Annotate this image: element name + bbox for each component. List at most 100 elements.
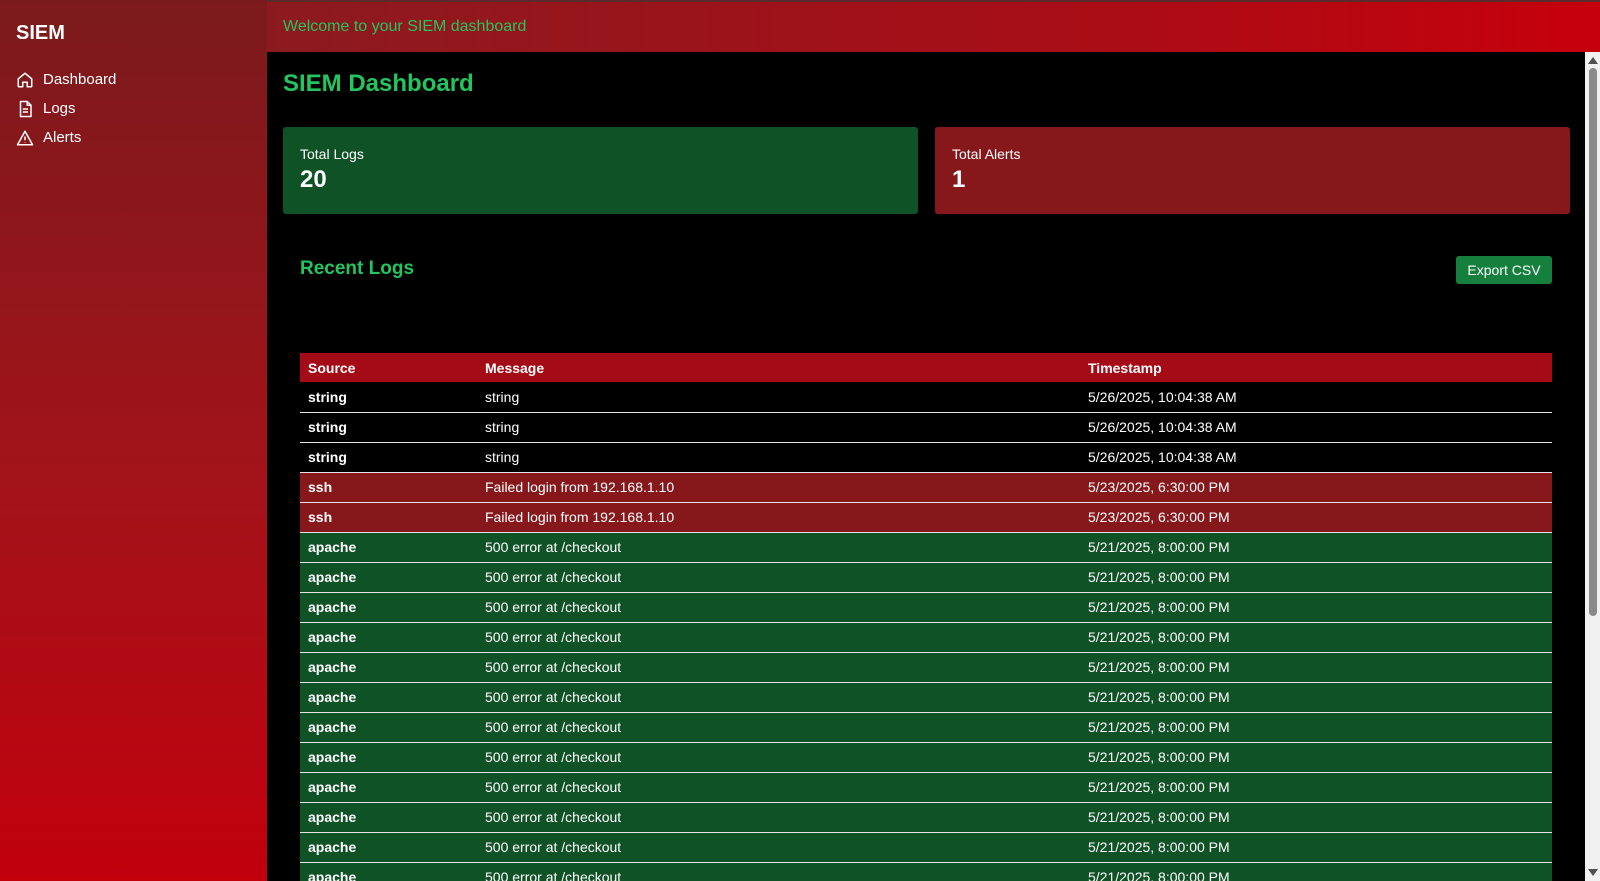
card-value: 1: [952, 166, 966, 193]
vertical-scrollbar[interactable]: [1585, 52, 1600, 881]
log-source-cell: string: [300, 442, 477, 473]
log-timestamp-cell: 5/21/2025, 8:00:00 PM: [1080, 562, 1552, 593]
log-timestamp-cell: 5/21/2025, 8:00:00 PM: [1080, 742, 1552, 773]
log-source-cell: apache: [300, 772, 477, 803]
table-row[interactable]: string string 5/26/2025, 10:04:38 AM: [300, 442, 1552, 473]
log-timestamp-cell: 5/26/2025, 10:04:38 AM: [1080, 442, 1552, 473]
log-source-cell: apache: [300, 652, 477, 683]
log-message-cell: 500 error at /checkout: [477, 862, 1080, 881]
table-row[interactable]: apache 500 error at /checkout 5/21/2025, 8…: [300, 712, 1552, 743]
log-source-cell: apache: [300, 802, 477, 833]
log-message-cell: 500 error at /checkout: [477, 802, 1080, 833]
log-timestamp-cell: 5/26/2025, 10:04:38 AM: [1080, 382, 1552, 413]
scroll-down-arrow-icon[interactable]: [1588, 869, 1598, 876]
table-row[interactable]: apache 500 error at /checkout 5/21/2025, 8…: [300, 652, 1552, 683]
warning-icon: [16, 130, 34, 145]
log-message-cell: 500 error at /checkout: [477, 832, 1080, 863]
log-source-cell: apache: [300, 832, 477, 863]
scroll-up-arrow-icon[interactable]: [1588, 57, 1598, 64]
log-timestamp-cell: 5/21/2025, 8:00:00 PM: [1080, 862, 1552, 881]
log-message-cell: 500 error at /checkout: [477, 652, 1080, 683]
table-row[interactable]: ssh Failed login from 192.168.1.10 5/23/20…: [300, 472, 1552, 503]
log-message-cell: 500 error at /checkout: [477, 532, 1080, 563]
log-timestamp-cell: 5/26/2025, 10:04:38 AM: [1080, 412, 1552, 443]
log-timestamp-cell: 5/21/2025, 8:00:00 PM: [1080, 592, 1552, 623]
table-row[interactable]: ssh Failed login from 192.168.1.10 5/23/20…: [300, 502, 1552, 533]
sidebar-item-label: Logs: [43, 100, 76, 117]
log-message-cell: string: [477, 382, 1080, 413]
table-row[interactable]: apache 500 error at /checkout 5/21/2025, 8…: [300, 532, 1552, 563]
log-source-cell: apache: [300, 562, 477, 593]
column-header-source[interactable]: Source: [300, 353, 477, 382]
recent-logs-title: Recent Logs: [300, 258, 415, 279]
log-source-cell: apache: [300, 532, 477, 563]
table-row[interactable]: apache 500 error at /checkout 5/21/2025, 8…: [300, 622, 1552, 653]
card-label: Total Alerts: [952, 146, 1021, 162]
brand-logo[interactable]: SIEM: [16, 22, 251, 45]
log-source-cell: apache: [300, 712, 477, 743]
log-source-cell: apache: [300, 622, 477, 653]
main-content: SIEM Dashboard Total Logs 20 Total Alert…: [267, 52, 1585, 881]
table-row[interactable]: apache 500 error at /checkout 5/21/2025, 8…: [300, 682, 1552, 713]
log-message-cell: Failed login from 192.168.1.10: [477, 502, 1080, 533]
welcome-message: Welcome to your SIEM dashboard: [283, 18, 527, 35]
log-timestamp-cell: 5/21/2025, 8:00:00 PM: [1080, 622, 1552, 653]
sidebar-item-dashboard[interactable]: Dashboard: [16, 65, 251, 94]
table-row[interactable]: apache 500 error at /checkout 5/21/2025, 8…: [300, 742, 1552, 773]
sidebar-item-logs[interactable]: Logs: [16, 94, 251, 123]
log-message-cell: Failed login from 192.168.1.10: [477, 472, 1080, 503]
table-row[interactable]: apache 500 error at /checkout 5/21/2025, 8…: [300, 862, 1552, 881]
sidebar-item-label: Dashboard: [43, 71, 117, 88]
scroll-thumb[interactable]: [1589, 68, 1597, 616]
sidebar-item-label: Alerts: [43, 129, 82, 146]
column-header-message[interactable]: Message: [477, 353, 1080, 382]
top-header: Welcome to your SIEM dashboard: [267, 0, 1600, 52]
home-icon: [17, 72, 33, 87]
export-csv-button[interactable]: Export CSV: [1456, 256, 1552, 284]
table-row[interactable]: apache 500 error at /checkout 5/21/2025, 8…: [300, 802, 1552, 833]
table-row[interactable]: apache 500 error at /checkout 5/21/2025, 8…: [300, 772, 1552, 803]
log-timestamp-cell: 5/23/2025, 6:30:00 PM: [1080, 502, 1552, 533]
log-source-cell: apache: [300, 742, 477, 773]
log-message-cell: 500 error at /checkout: [477, 682, 1080, 713]
table-row[interactable]: apache 500 error at /checkout 5/21/2025, 8…: [300, 562, 1552, 593]
log-timestamp-cell: 5/21/2025, 8:00:00 PM: [1080, 832, 1552, 863]
log-message-cell: 500 error at /checkout: [477, 562, 1080, 593]
log-source-cell: ssh: [300, 502, 477, 533]
table-row[interactable]: apache 500 error at /checkout 5/21/2025, 8…: [300, 832, 1552, 863]
total-logs-card: Total Logs 20: [283, 127, 918, 214]
log-source-cell: apache: [300, 862, 477, 881]
log-message-cell: string: [477, 412, 1080, 443]
log-timestamp-cell: 5/21/2025, 8:00:00 PM: [1080, 712, 1552, 743]
logs-table: Source Message Timestamp string string 5/2…: [300, 353, 1552, 881]
log-message-cell: string: [477, 442, 1080, 473]
table-row[interactable]: string string 5/26/2025, 10:04:38 AM: [300, 412, 1552, 443]
log-message-cell: 500 error at /checkout: [477, 622, 1080, 653]
log-source-cell: string: [300, 412, 477, 443]
log-message-cell: 500 error at /checkout: [477, 712, 1080, 743]
log-message-cell: 500 error at /checkout: [477, 742, 1080, 773]
card-label: Total Logs: [300, 146, 364, 162]
log-message-cell: 500 error at /checkout: [477, 772, 1080, 803]
table-row[interactable]: apache 500 error at /checkout 5/21/2025, 8…: [300, 592, 1552, 623]
column-header-timestamp[interactable]: Timestamp: [1080, 353, 1552, 382]
sidebar: SIEM Dashboard Logs Alerts: [0, 0, 267, 881]
log-message-cell: 500 error at /checkout: [477, 592, 1080, 623]
table-header-row: Source Message Timestamp: [300, 353, 1552, 382]
total-alerts-card: Total Alerts 1: [935, 127, 1570, 214]
card-value: 20: [300, 166, 327, 193]
table-row[interactable]: string string 5/26/2025, 10:04:38 AM: [300, 382, 1552, 413]
log-timestamp-cell: 5/21/2025, 8:00:00 PM: [1080, 652, 1552, 683]
sidebar-item-alerts[interactable]: Alerts: [16, 123, 251, 152]
log-timestamp-cell: 5/21/2025, 8:00:00 PM: [1080, 682, 1552, 713]
log-timestamp-cell: 5/23/2025, 6:30:00 PM: [1080, 472, 1552, 503]
log-source-cell: ssh: [300, 472, 477, 503]
log-timestamp-cell: 5/21/2025, 8:00:00 PM: [1080, 772, 1552, 803]
log-source-cell: string: [300, 382, 477, 413]
log-source-cell: apache: [300, 592, 477, 623]
log-timestamp-cell: 5/21/2025, 8:00:00 PM: [1080, 802, 1552, 833]
document-icon: [19, 100, 32, 117]
logs-table-body: string string 5/26/2025, 10:04:38 AM string…: [300, 382, 1552, 881]
log-timestamp-cell: 5/21/2025, 8:00:00 PM: [1080, 532, 1552, 563]
log-source-cell: apache: [300, 682, 477, 713]
